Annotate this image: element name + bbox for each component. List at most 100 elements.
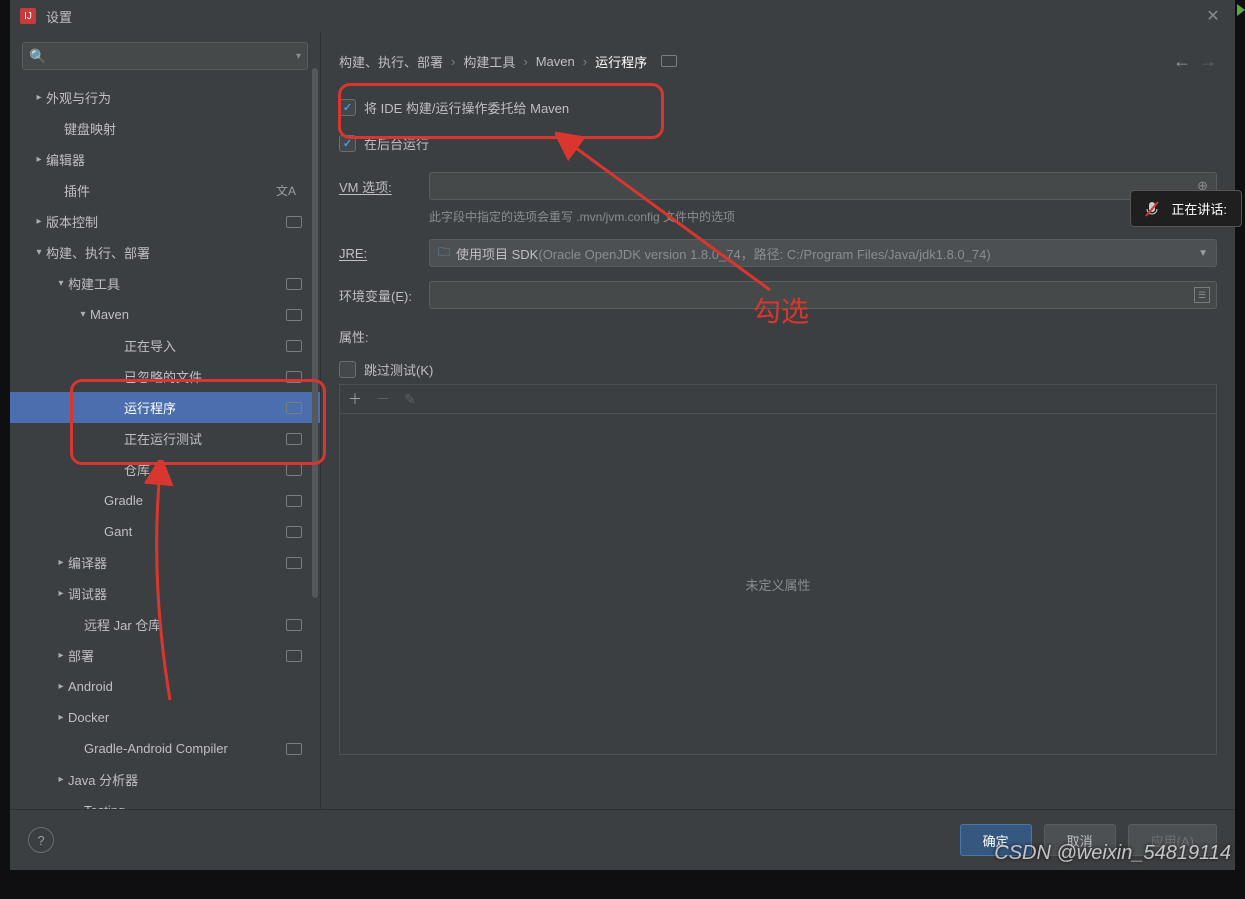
speaking-overlay: 正在讲话: bbox=[1130, 190, 1242, 227]
env-label: 环境变量(E): bbox=[339, 286, 417, 305]
sidebar-item[interactable]: Testing bbox=[10, 795, 320, 810]
scope-icon bbox=[286, 650, 302, 662]
add-icon[interactable]: ＋ bbox=[348, 389, 362, 409]
sidebar-item-label: 插件 bbox=[64, 181, 276, 200]
sidebar-item[interactable]: ▸Docker bbox=[10, 702, 320, 733]
sidebar-item[interactable]: Gradle-Android Compiler bbox=[10, 733, 320, 764]
sidebar-item[interactable]: ▸Android bbox=[10, 671, 320, 702]
sidebar-item-label: 构建、执行、部署 bbox=[46, 243, 302, 262]
sidebar-item[interactable]: 正在导入 bbox=[10, 330, 320, 361]
apply-button[interactable]: 应用(A) bbox=[1128, 824, 1217, 856]
sidebar-item[interactable]: 远程 Jar 仓库 bbox=[10, 609, 320, 640]
scope-icon bbox=[286, 464, 302, 476]
sidebar-item[interactable]: 插件文A bbox=[10, 175, 320, 206]
scope-icon bbox=[286, 371, 302, 383]
sidebar-item[interactable]: ▸Java 分析器 bbox=[10, 764, 320, 795]
background-checkbox[interactable] bbox=[339, 135, 356, 152]
crumb[interactable]: Maven bbox=[536, 54, 575, 69]
crumb[interactable]: 构建、执行、部署 bbox=[339, 52, 443, 71]
sidebar-item[interactable]: ▸版本控制 bbox=[10, 206, 320, 237]
chevron-right-icon: ▸ bbox=[54, 712, 68, 723]
sidebar-item-label: 构建工具 bbox=[68, 274, 280, 293]
sidebar-item-label: Maven bbox=[90, 307, 280, 322]
sidebar: 🔍 ▾ ▸外观与行为键盘映射▸编辑器插件文A▸版本控制▾构建、执行、部署▾构建工… bbox=[10, 32, 321, 810]
sidebar-item[interactable]: ▾构建、执行、部署 bbox=[10, 237, 320, 268]
close-icon[interactable]: ✕ bbox=[1201, 6, 1225, 26]
vm-helper-text: 此字段中指定的选项会重写 .mvn/jvm.config 文件中的选项 bbox=[429, 208, 1217, 225]
sidebar-item-label: 编辑器 bbox=[46, 150, 302, 169]
sidebar-item[interactable]: Gradle bbox=[10, 485, 320, 516]
titlebar: IJ 设置 ✕ bbox=[10, 0, 1235, 32]
sidebar-item[interactable]: 已忽略的文件 bbox=[10, 361, 320, 392]
sidebar-item[interactable]: ▾构建工具 bbox=[10, 268, 320, 299]
scope-icon bbox=[286, 743, 302, 755]
sidebar-item-label: 运行程序 bbox=[124, 398, 280, 417]
back-icon[interactable]: ← bbox=[1173, 51, 1191, 72]
sidebar-item[interactable]: 正在运行测试 bbox=[10, 423, 320, 454]
crumb[interactable]: 构建工具 bbox=[463, 52, 515, 71]
sidebar-item[interactable]: ▸编译器 bbox=[10, 547, 320, 578]
folder-icon: 🗀 bbox=[438, 243, 450, 264]
scope-icon bbox=[286, 619, 302, 631]
sidebar-item-label: 仓库 bbox=[124, 460, 280, 479]
scope-icon bbox=[286, 495, 302, 507]
vm-options-input[interactable]: ⊕ bbox=[429, 172, 1217, 200]
skip-tests-checkbox[interactable] bbox=[339, 361, 356, 378]
chevron-right-icon: ▸ bbox=[32, 216, 46, 227]
sidebar-item-label: Java 分析器 bbox=[68, 770, 302, 789]
sidebar-item-label: Gradle-Android Compiler bbox=[84, 741, 280, 756]
scope-icon bbox=[661, 55, 677, 67]
sidebar-item[interactable]: ▸编辑器 bbox=[10, 144, 320, 175]
vm-options-label: VM 选项: bbox=[339, 177, 417, 196]
jre-select[interactable]: 🗀 使用项目 SDK (Oracle OpenJDK version 1.8.0… bbox=[429, 239, 1217, 267]
search-icon: 🔍 bbox=[29, 48, 46, 65]
chevron-right-icon: ▸ bbox=[32, 92, 46, 103]
sidebar-item[interactable]: 仓库 bbox=[10, 454, 320, 485]
settings-dialog: IJ 设置 ✕ 🔍 ▾ ▸外观与行为键盘映射▸编辑器插件文A▸版本控制▾构建、执… bbox=[10, 0, 1235, 870]
search-input[interactable] bbox=[50, 48, 296, 65]
cancel-button[interactable]: 取消 bbox=[1044, 824, 1116, 856]
sidebar-item[interactable]: 运行程序 bbox=[10, 392, 320, 423]
sidebar-item[interactable]: 键盘映射 bbox=[10, 113, 320, 144]
chevron-down-icon: ▾ bbox=[76, 309, 90, 320]
props-toolbar: ＋ － ✎ bbox=[339, 384, 1217, 413]
sidebar-item-label: 键盘映射 bbox=[64, 119, 302, 138]
list-icon[interactable]: ☰ bbox=[1194, 287, 1210, 303]
scope-icon bbox=[286, 557, 302, 569]
scope-icon bbox=[286, 433, 302, 445]
sidebar-item[interactable]: ▾Maven bbox=[10, 299, 320, 330]
delegate-checkbox[interactable] bbox=[339, 99, 356, 116]
search-input-wrap[interactable]: 🔍 ▾ bbox=[22, 42, 308, 70]
sidebar-item-label: 版本控制 bbox=[46, 212, 280, 231]
ok-button[interactable]: 确定 bbox=[960, 824, 1032, 856]
forward-icon[interactable]: → bbox=[1199, 51, 1217, 72]
sidebar-item[interactable]: ▸部署 bbox=[10, 640, 320, 671]
sidebar-item-label: Gant bbox=[104, 524, 280, 539]
sidebar-item[interactable]: ▸外观与行为 bbox=[10, 82, 320, 113]
skip-tests-label: 跳过测试(K) bbox=[364, 360, 433, 379]
env-input[interactable]: ☰ bbox=[429, 281, 1217, 309]
language-icon: 文A bbox=[276, 182, 296, 199]
app-icon: IJ bbox=[20, 8, 36, 24]
jre-label: JRE: bbox=[339, 246, 417, 261]
settings-tree: ▸外观与行为键盘映射▸编辑器插件文A▸版本控制▾构建、执行、部署▾构建工具▾Ma… bbox=[10, 78, 320, 810]
sidebar-item-label: 已忽略的文件 bbox=[124, 367, 280, 386]
sidebar-item-label: Docker bbox=[68, 710, 302, 725]
chevron-down-icon[interactable]: ▼ bbox=[1198, 248, 1208, 259]
properties-box: 未定义属性 bbox=[339, 413, 1217, 755]
scope-icon bbox=[286, 526, 302, 538]
scope-icon bbox=[286, 340, 302, 352]
remove-icon: － bbox=[376, 389, 390, 409]
sidebar-item-label: 部署 bbox=[68, 646, 280, 665]
breadcrumb: 构建、执行、部署› 构建工具› Maven› 运行程序 ← → bbox=[339, 44, 1217, 78]
scrollbar[interactable] bbox=[312, 68, 318, 598]
sidebar-item[interactable]: ▸调试器 bbox=[10, 578, 320, 609]
mic-muted-icon bbox=[1145, 201, 1159, 217]
help-icon[interactable]: ? bbox=[28, 827, 54, 853]
chevron-down-icon[interactable]: ▾ bbox=[296, 51, 301, 62]
background-label: 在后台运行 bbox=[364, 134, 429, 153]
sidebar-item-label: 远程 Jar 仓库 bbox=[84, 615, 280, 634]
chevron-right-icon: ▸ bbox=[54, 557, 68, 568]
sidebar-item[interactable]: Gant bbox=[10, 516, 320, 547]
scope-icon bbox=[286, 402, 302, 414]
